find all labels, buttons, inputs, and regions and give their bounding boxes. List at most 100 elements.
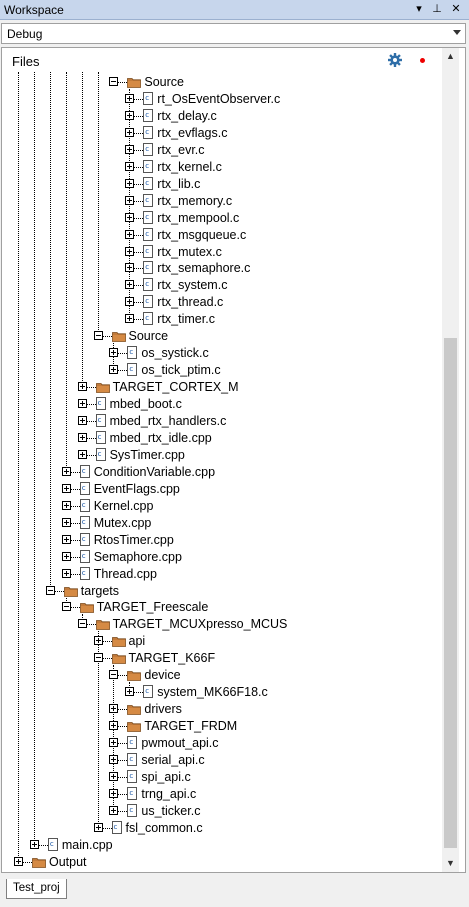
expand-toggle-icon[interactable]: [125, 127, 135, 137]
configuration-select[interactable]: Debug: [1, 23, 466, 44]
collapse-toggle-icon[interactable]: [93, 331, 103, 341]
expand-toggle-icon[interactable]: [61, 534, 71, 544]
tree-folder-row[interactable]: Source: [2, 74, 432, 91]
tree-folder-row[interactable]: TARGET_MCUXpresso_MCUS: [2, 616, 432, 633]
close-icon[interactable]: ✕: [449, 2, 463, 16]
tree-file-row[interactable]: serial_api.c: [2, 752, 432, 769]
tree-file-row[interactable]: us_ticker.c: [2, 803, 432, 820]
expand-toggle-icon[interactable]: [61, 517, 71, 527]
expand-toggle-icon[interactable]: [77, 399, 87, 409]
tree-file-row[interactable]: rtx_delay.c: [2, 108, 432, 125]
pin-icon[interactable]: ⊥: [430, 2, 444, 16]
expand-toggle-icon[interactable]: [14, 856, 23, 866]
expand-toggle-icon[interactable]: [125, 212, 135, 222]
chevron-down-icon[interactable]: [453, 30, 461, 35]
expand-toggle-icon[interactable]: [61, 483, 71, 493]
expand-toggle-icon[interactable]: [125, 144, 135, 154]
tree-folder-row[interactable]: Source: [2, 328, 432, 345]
tree-file-row[interactable]: rtx_thread.c: [2, 294, 432, 311]
tree-file-row[interactable]: Semaphore.cpp: [2, 549, 432, 566]
scroll-down-icon[interactable]: ▼: [442, 855, 459, 872]
tree-file-row[interactable]: rtx_kernel.c: [2, 159, 432, 176]
expand-toggle-icon[interactable]: [109, 365, 119, 375]
tree-file-row[interactable]: SysTimer.cpp: [2, 447, 432, 464]
dropdown-arrow-icon[interactable]: ▾: [412, 2, 426, 16]
expand-toggle-icon[interactable]: [93, 822, 103, 832]
expand-toggle-icon[interactable]: [29, 839, 39, 849]
expand-toggle-icon[interactable]: [125, 161, 135, 171]
tree-file-row[interactable]: rtx_semaphore.c: [2, 260, 432, 277]
expand-toggle-icon[interactable]: [125, 314, 135, 324]
tree-folder-row[interactable]: device: [2, 667, 432, 684]
collapse-toggle-icon[interactable]: [61, 602, 71, 612]
expand-toggle-icon[interactable]: [125, 246, 135, 256]
tree-file-row[interactable]: rtx_system.c: [2, 277, 432, 294]
expand-toggle-icon[interactable]: [77, 449, 87, 459]
gear-icon[interactable]: [387, 52, 403, 68]
expand-toggle-icon[interactable]: [93, 636, 103, 646]
scroll-up-icon[interactable]: ▲: [442, 48, 459, 65]
expand-toggle-icon[interactable]: [125, 297, 135, 307]
collapse-toggle-icon[interactable]: [45, 585, 55, 595]
tree-folder-row[interactable]: api: [2, 633, 432, 650]
tree-file-row[interactable]: system_MK66F18.c: [2, 684, 432, 701]
tree-folder-row[interactable]: drivers: [2, 701, 432, 718]
collapse-toggle-icon[interactable]: [93, 653, 103, 663]
expand-toggle-icon[interactable]: [125, 178, 135, 188]
tree-file-row[interactable]: pwmout_api.c: [2, 735, 432, 752]
tree-file-row[interactable]: rtx_evflags.c: [2, 125, 432, 142]
expand-toggle-icon[interactable]: [77, 432, 87, 442]
tree-file-row[interactable]: EventFlags.cpp: [2, 481, 432, 498]
expand-toggle-icon[interactable]: [109, 805, 119, 815]
tree-file-row[interactable]: os_systick.c: [2, 345, 432, 362]
tree-folder-row[interactable]: TARGET_FRDM: [2, 718, 432, 735]
vertical-scrollbar[interactable]: ▲ ▼: [442, 48, 459, 872]
tree-folder-row[interactable]: TARGET_Freescale: [2, 599, 432, 616]
tree-file-row[interactable]: mbed_boot.c: [2, 396, 432, 413]
tree-file-row[interactable]: ConditionVariable.cpp: [2, 464, 432, 481]
collapse-toggle-icon[interactable]: [77, 619, 87, 629]
expand-toggle-icon[interactable]: [77, 382, 87, 392]
tree-folder-row[interactable]: TARGET_K66F: [2, 650, 432, 667]
expand-toggle-icon[interactable]: [109, 771, 119, 781]
tree-file-row[interactable]: os_tick_ptim.c: [2, 362, 432, 379]
tree-file-row[interactable]: rtx_msgqueue.c: [2, 227, 432, 244]
tree-file-row[interactable]: main.cpp: [2, 837, 432, 854]
expand-toggle-icon[interactable]: [109, 788, 119, 798]
tab-test-proj[interactable]: Test_proj: [6, 879, 67, 899]
expand-toggle-icon[interactable]: [109, 348, 119, 358]
tree-file-row[interactable]: rtx_mempool.c: [2, 210, 432, 227]
tree-file-row[interactable]: rtx_lib.c: [2, 176, 432, 193]
tree-folder-row[interactable]: targets: [2, 583, 432, 600]
tree-file-row[interactable]: spi_api.c: [2, 769, 432, 786]
expand-toggle-icon[interactable]: [61, 466, 71, 476]
expand-toggle-icon[interactable]: [61, 568, 71, 578]
expand-toggle-icon[interactable]: [125, 263, 135, 273]
expand-toggle-icon[interactable]: [125, 93, 135, 103]
expand-toggle-icon[interactable]: [61, 500, 71, 510]
expand-toggle-icon[interactable]: [125, 110, 135, 120]
tree-file-row[interactable]: rt_OsEventObserver.c: [2, 91, 432, 108]
expand-toggle-icon[interactable]: [109, 738, 119, 748]
tree-folder-row[interactable]: Output: [2, 854, 432, 871]
tree-file-row[interactable]: Mutex.cpp: [2, 515, 432, 532]
tree-file-row[interactable]: trng_api.c: [2, 786, 432, 803]
collapse-toggle-icon[interactable]: [109, 77, 119, 86]
tree-folder-row[interactable]: TARGET_CORTEX_M: [2, 379, 432, 396]
tree-file-row[interactable]: mbed_rtx_idle.cpp: [2, 430, 432, 447]
tree-file-row[interactable]: rtx_mutex.c: [2, 244, 432, 261]
expand-toggle-icon[interactable]: [125, 229, 135, 239]
tree-file-row[interactable]: Thread.cpp: [2, 566, 432, 583]
tree-file-row[interactable]: fsl_common.c: [2, 820, 432, 837]
expand-toggle-icon[interactable]: [109, 704, 119, 714]
expand-toggle-icon[interactable]: [109, 721, 119, 731]
expand-toggle-icon[interactable]: [109, 755, 119, 764]
expand-toggle-icon[interactable]: [77, 416, 87, 425]
collapse-toggle-icon[interactable]: [109, 670, 119, 680]
red-dot-icon[interactable]: [420, 58, 425, 63]
tree-file-row[interactable]: rtx_evr.c: [2, 142, 432, 159]
tree-file-row[interactable]: RtosTimer.cpp: [2, 532, 432, 549]
scrollbar-thumb[interactable]: [444, 338, 457, 848]
tree-file-row[interactable]: mbed_rtx_handlers.c: [2, 413, 432, 430]
expand-toggle-icon[interactable]: [125, 195, 135, 205]
